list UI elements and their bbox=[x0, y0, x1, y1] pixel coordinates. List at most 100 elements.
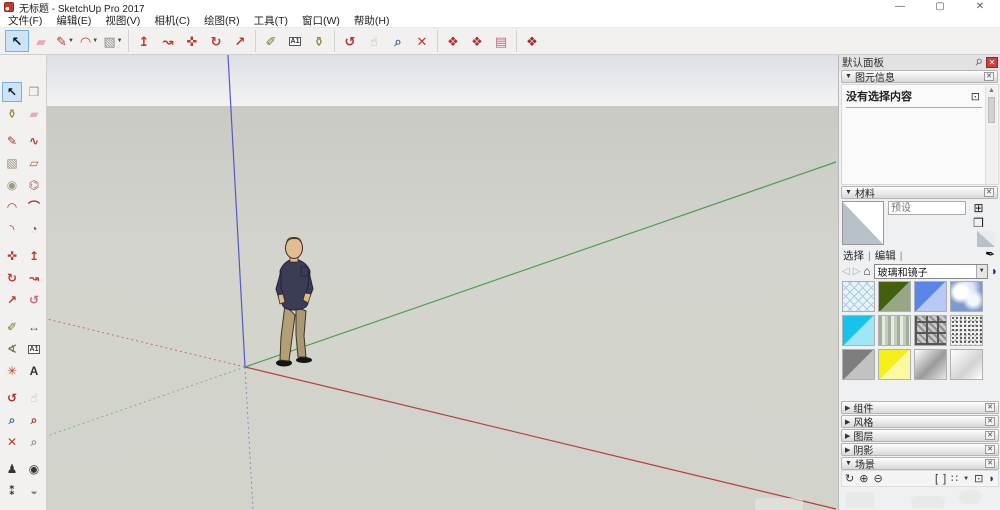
menu-e[interactable]: 编辑(E) bbox=[56, 13, 91, 28]
material-glass-dark-green[interactable] bbox=[878, 281, 911, 312]
dimension-tool-button[interactable]: ↔ bbox=[24, 317, 44, 337]
section-close-button[interactable]: ✕ bbox=[985, 403, 995, 412]
offset-tool-button[interactable]: ↺ bbox=[24, 290, 44, 310]
minimize-button[interactable]: — bbox=[880, 0, 920, 14]
in-model-materials-button[interactable]: ❒ bbox=[971, 216, 986, 231]
circle-tool-button[interactable]: ◉ bbox=[2, 175, 22, 195]
rectangle-tool-button[interactable]: ▧ bbox=[2, 153, 22, 173]
section-close-button[interactable]: ✕ bbox=[985, 445, 995, 454]
line-tool-button[interactable]: ✎ ▼ bbox=[53, 30, 77, 52]
back-arrow-icon[interactable]: ◁ bbox=[842, 266, 850, 277]
position-camera-tool-button[interactable]: ♟ bbox=[2, 459, 22, 479]
three-d-text-tool-button[interactable]: A bbox=[24, 361, 44, 381]
tray-close-button[interactable]: ✕ bbox=[986, 57, 998, 68]
pushpull-tool-button[interactable]: ↥ bbox=[24, 246, 44, 266]
two-point-arc-tool-button[interactable]: ⌒ bbox=[24, 197, 44, 217]
scroll-up-icon[interactable]: ▲ bbox=[986, 86, 997, 96]
material-name-input[interactable] bbox=[888, 201, 966, 215]
eraser-tool-button[interactable]: ▰ bbox=[29, 30, 53, 52]
orbit-tool-button[interactable]: ↺ bbox=[338, 30, 362, 52]
text-tool-button[interactable]: A1 bbox=[24, 339, 44, 359]
material-mirror-white[interactable] bbox=[950, 349, 983, 380]
scene-bracket-left-icon[interactable]: [ bbox=[935, 473, 938, 485]
menu-t[interactable]: 工具(T) bbox=[254, 13, 288, 28]
entity-info-close-button[interactable]: ✕ bbox=[984, 72, 994, 81]
tab-select[interactable]: 选择 bbox=[843, 248, 864, 263]
person-figure[interactable] bbox=[275, 237, 314, 367]
scene-bracket-right-icon[interactable]: ] bbox=[943, 473, 946, 485]
collection-dropdown[interactable]: 玻璃和镜子 ▼ bbox=[873, 263, 988, 279]
material-glass-lattice[interactable] bbox=[842, 281, 875, 312]
remove-scene-button[interactable]: ⊖ bbox=[873, 472, 882, 485]
chevron-down-icon[interactable]: ▼ bbox=[117, 38, 123, 44]
rotate-tool-button[interactable]: ↻ bbox=[204, 30, 228, 52]
share-component-button-button[interactable]: ▤ bbox=[489, 30, 513, 52]
entity-info-scrollbar[interactable]: ▲ bbox=[985, 86, 997, 184]
view-options-button[interactable]: ∷ bbox=[951, 472, 958, 485]
section-close-button[interactable]: ✕ bbox=[985, 431, 995, 440]
zoom-window-tool-button[interactable]: ⌕ bbox=[24, 410, 44, 430]
chevron-down-icon[interactable]: ▼ bbox=[92, 38, 98, 44]
menu-r[interactable]: 绘图(R) bbox=[204, 13, 240, 28]
chevron-down-icon[interactable]: ▼ bbox=[963, 476, 969, 482]
material-glass-blue[interactable] bbox=[914, 281, 947, 312]
zoom-tool-button[interactable]: ⌕ bbox=[2, 410, 22, 430]
maximize-button[interactable]: ▢ bbox=[920, 0, 960, 14]
pan-tool-button[interactable]: ☝ bbox=[362, 30, 386, 52]
make-component-tool-button[interactable]: ❒ bbox=[24, 82, 44, 102]
pie-tool-button[interactable]: ◔ bbox=[24, 219, 44, 239]
protractor-tool-button[interactable]: ∢ bbox=[2, 339, 22, 359]
move-tool-button[interactable]: ✜ bbox=[2, 246, 22, 266]
arc-tool-button[interactable]: ◠ bbox=[2, 197, 22, 217]
tab-edit[interactable]: 编辑 bbox=[875, 248, 896, 263]
forward-arrow-icon[interactable]: ▷ bbox=[853, 266, 861, 277]
select-tool-button[interactable]: ↖ bbox=[2, 82, 22, 102]
pan-tool-button[interactable]: ☝ bbox=[24, 388, 44, 408]
material-glass-cyan[interactable] bbox=[842, 315, 875, 346]
followme-tool-button[interactable]: ↝ bbox=[156, 30, 180, 52]
modeling-viewport[interactable] bbox=[47, 55, 838, 510]
menu-f[interactable]: 文件(F) bbox=[8, 13, 42, 28]
scroll-thumb[interactable] bbox=[988, 97, 995, 123]
material-mirror-silver[interactable] bbox=[914, 349, 947, 380]
section-close-button[interactable]: ✕ bbox=[985, 459, 995, 468]
chevron-down-icon[interactable]: ▼ bbox=[975, 264, 987, 278]
material-glass-fluted[interactable] bbox=[878, 315, 911, 346]
rotate-tool-button[interactable]: ↻ bbox=[2, 268, 22, 288]
followme-tool-button[interactable]: ↝ bbox=[24, 268, 44, 288]
pin-icon[interactable]: ⚲ bbox=[973, 56, 984, 69]
section-阴影[interactable]: ▶ 阴影 ✕ bbox=[841, 443, 999, 457]
paint-bucket-tool-button[interactable]: ⚱ bbox=[2, 104, 22, 124]
scale-tool-button[interactable]: ↗ bbox=[228, 30, 252, 52]
update-scene-button[interactable]: ↻ bbox=[845, 472, 854, 485]
entity-info-header[interactable]: ▼ 图元信息 ✕ bbox=[841, 70, 998, 84]
sample-paint-icon[interactable]: ✒ bbox=[984, 246, 996, 262]
axes-tool-button[interactable]: ✳ bbox=[2, 361, 22, 381]
line-tool-button[interactable]: ✎ bbox=[2, 131, 22, 151]
tape-measure-tool-button[interactable]: ✐ bbox=[259, 30, 283, 52]
zoom-tool-button[interactable]: ⌕ bbox=[386, 30, 410, 52]
chevron-down-icon[interactable]: ▼ bbox=[68, 38, 74, 44]
material-glass-sky-reflection[interactable] bbox=[950, 281, 983, 312]
orbit-tool-button[interactable]: ↺ bbox=[2, 388, 22, 408]
material-glass-blocks[interactable] bbox=[914, 315, 947, 346]
add-scene-button[interactable]: ⊕ bbox=[859, 472, 868, 485]
extension-warehouse-button-button[interactable]: ❖ bbox=[520, 30, 544, 52]
materials-close-button[interactable]: ✕ bbox=[984, 188, 994, 197]
menu-c[interactable]: 相机(C) bbox=[154, 13, 190, 28]
material-glass-grey[interactable] bbox=[842, 349, 875, 380]
section-plane-tool-button[interactable]: ◒ bbox=[24, 481, 44, 501]
close-button[interactable]: ✕ bbox=[960, 0, 1000, 14]
tape-measure-tool-button[interactable]: ✐ bbox=[2, 317, 22, 337]
section-close-button[interactable]: ✕ bbox=[985, 417, 995, 426]
create-material-button[interactable]: ⊞ bbox=[971, 201, 986, 216]
menu-w[interactable]: 窗口(W) bbox=[302, 13, 340, 28]
material-glass-yellow[interactable] bbox=[878, 349, 911, 380]
zoom-previous-tool-button[interactable]: ⌕ bbox=[24, 432, 44, 452]
section-图层[interactable]: ▶ 图层 ✕ bbox=[841, 429, 999, 443]
paint-bucket-tool-button[interactable]: ⚱ bbox=[307, 30, 331, 52]
eraser-tool-button[interactable]: ▰ bbox=[24, 104, 44, 124]
look-around-tool-button[interactable]: ◉ bbox=[24, 459, 44, 479]
pushpull-tool-button[interactable]: ↥ bbox=[132, 30, 156, 52]
show-details-button[interactable]: ⊡ bbox=[974, 472, 983, 485]
